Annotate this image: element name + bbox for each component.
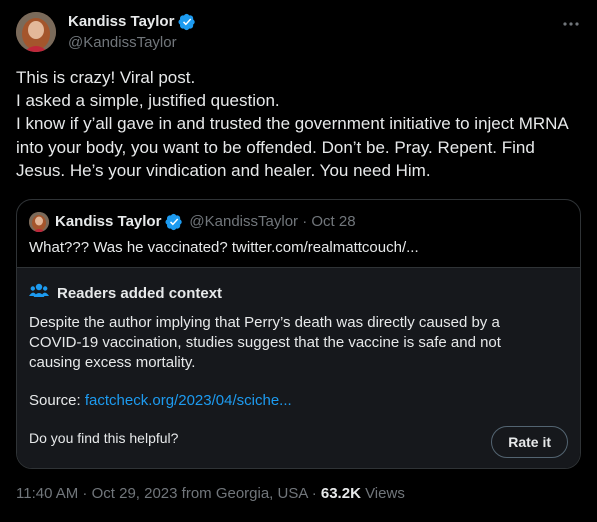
note-title-text: Readers added context: [57, 284, 223, 302]
note-title: Readers added context: [29, 282, 222, 305]
quoted-avatar: [29, 212, 49, 232]
note-source-link[interactable]: factcheck.org/2023/04/sciche...: [85, 392, 292, 409]
verified-badge-icon: [165, 213, 183, 231]
quoted-meta: @KandissTaylor · Oct 28: [189, 213, 356, 230]
community-note: Readers added context Despite the author…: [17, 267, 580, 468]
timestamp[interactable]: 11:40 AM · Oct 29, 2023 from Georgia, US…: [16, 485, 317, 502]
rate-it-button[interactable]: Rate it: [491, 426, 568, 458]
author-block: Kandiss Taylor @KandissTaylor: [68, 13, 196, 52]
views-count: 63.2K: [320, 485, 361, 502]
note-helpful-question: Do you find this helpful?: [29, 430, 179, 446]
more-icon[interactable]: [561, 14, 581, 34]
tweet-text: This is crazy! Viral post. I asked a sim…: [16, 68, 568, 180]
quoted-author-name: Kandiss Taylor: [55, 213, 162, 230]
author-name[interactable]: Kandiss Taylor: [68, 13, 174, 31]
quoted-header: Kandiss Taylor @KandissTaylor · Oct 28: [29, 212, 356, 232]
quoted-tweet[interactable]: Kandiss Taylor @KandissTaylor · Oct 28 W…: [16, 199, 581, 469]
note-source: Source: factcheck.org/2023/04/sciche...: [29, 391, 292, 411]
verified-badge-icon[interactable]: [178, 13, 196, 31]
author-handle[interactable]: @KandissTaylor: [68, 34, 196, 52]
note-source-label: Source:: [29, 392, 81, 409]
readers-icon: [29, 282, 49, 305]
tweet: Kandiss Taylor @KandissTaylor This is cr…: [0, 0, 597, 522]
author-avatar[interactable]: [16, 12, 56, 52]
tweet-footer: 11:40 AM · Oct 29, 2023 from Georgia, US…: [16, 485, 405, 503]
note-body: Despite the author implying that Perry’s…: [29, 314, 501, 371]
views-label: Views: [365, 485, 405, 502]
quoted-text: What??? Was he vaccinated? twitter.com/r…: [29, 239, 419, 256]
